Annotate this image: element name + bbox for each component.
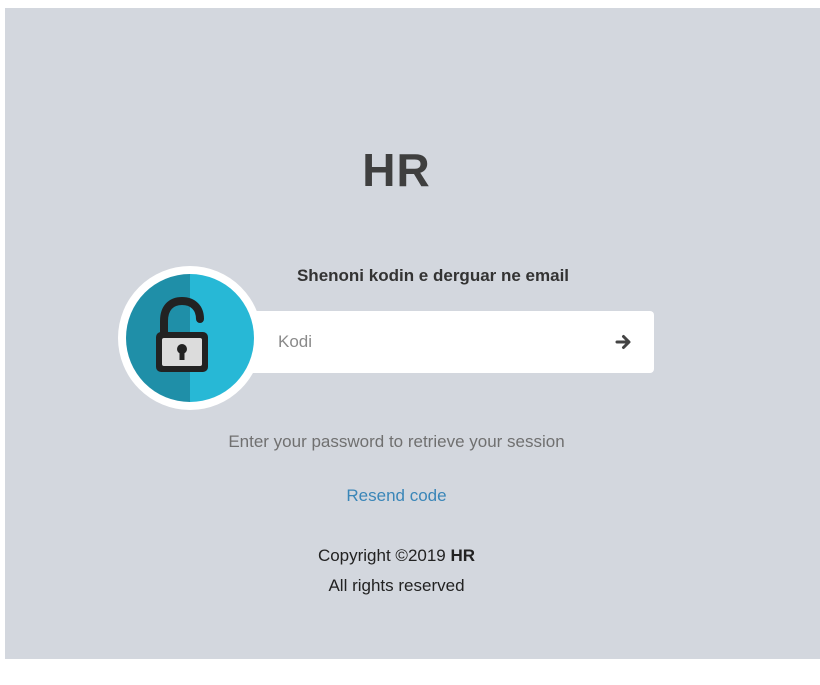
copyright-line: Copyright ©2019 HR xyxy=(0,541,793,571)
resend-code-link[interactable]: Resend code xyxy=(0,486,793,506)
avatar xyxy=(126,274,254,402)
rights-text: All rights reserved xyxy=(328,576,465,595)
code-input-container xyxy=(236,311,654,373)
copyright-footer: Copyright ©2019 HR All rights reserved xyxy=(0,541,793,601)
hint-text: Enter your password to retrieve your ses… xyxy=(228,432,565,451)
brand-title: HR xyxy=(362,144,431,196)
unlocked-padlock-icon xyxy=(126,274,254,402)
submit-button[interactable] xyxy=(608,326,640,358)
copyright-brand: HR xyxy=(450,546,476,565)
lock-avatar xyxy=(118,266,262,410)
code-input[interactable] xyxy=(278,311,588,373)
copyright-prefix: Copyright ©2019 xyxy=(317,546,446,565)
code-instruction: Shenoni kodin e derguar ne email xyxy=(296,266,570,285)
arrow-right-icon xyxy=(615,335,631,349)
